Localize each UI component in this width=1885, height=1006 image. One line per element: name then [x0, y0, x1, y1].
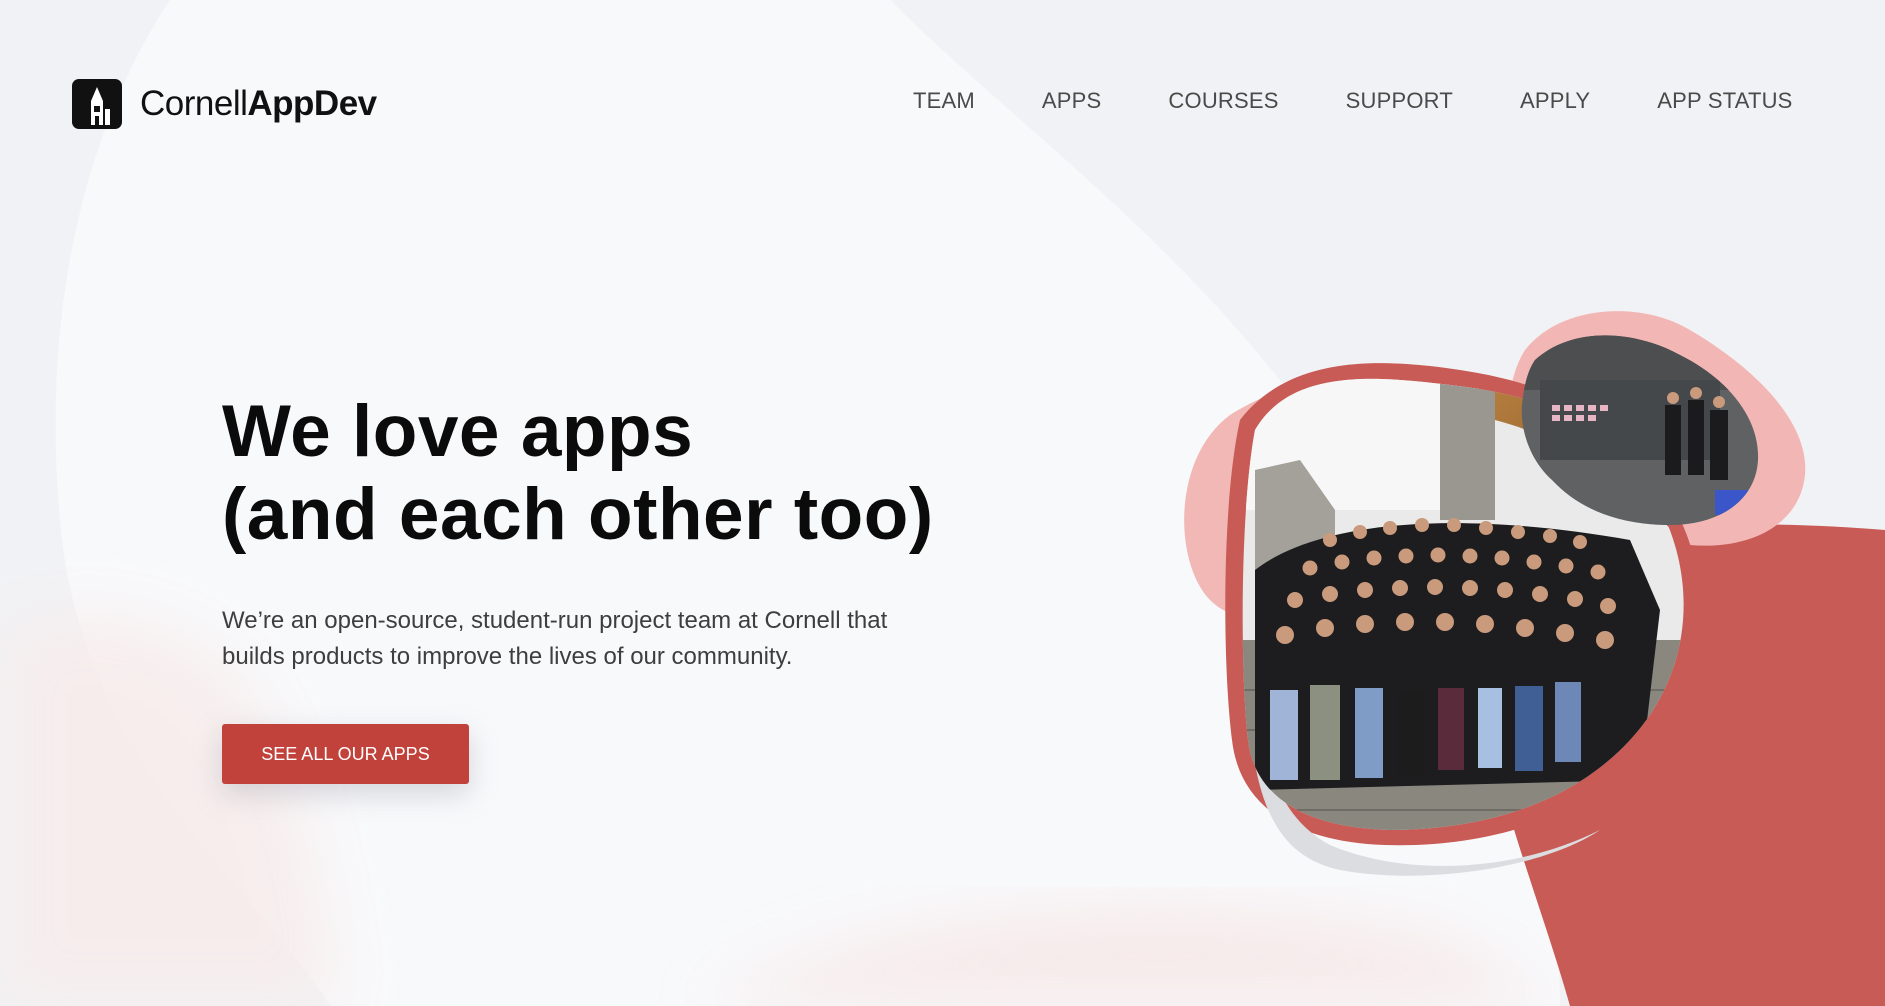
top-nav: TEAM APPS COURSES SUPPORT APPLY APP STAT… [913, 88, 1793, 114]
logo-wordmark: CornellAppDev [140, 84, 377, 123]
nav-courses[interactable]: COURSES [1168, 88, 1278, 114]
see-all-apps-button[interactable]: SEE ALL OUR APPS [222, 724, 469, 784]
nav-support[interactable]: SUPPORT [1346, 88, 1453, 114]
logo[interactable]: CornellAppDev [72, 79, 377, 129]
hero-subtitle: We’re an open-source, student-run projec… [222, 607, 888, 670]
nav-team[interactable]: TEAM [913, 88, 975, 114]
landing-page: CornellAppDev TEAM APPS COURSES SUPPORT … [0, 0, 1885, 1006]
clocktower-logo-icon [72, 79, 122, 129]
photo-collage [1184, 311, 1806, 876]
nav-apps[interactable]: APPS [1042, 88, 1102, 114]
nav-apply[interactable]: APPLY [1520, 88, 1590, 114]
headline-line-1: We love apps [222, 391, 694, 472]
headline-line-2: (and each other too) [222, 474, 934, 555]
hero-headline: We love apps (and each other too) [222, 390, 934, 556]
nav-app-status[interactable]: APP STATUS [1657, 88, 1792, 114]
